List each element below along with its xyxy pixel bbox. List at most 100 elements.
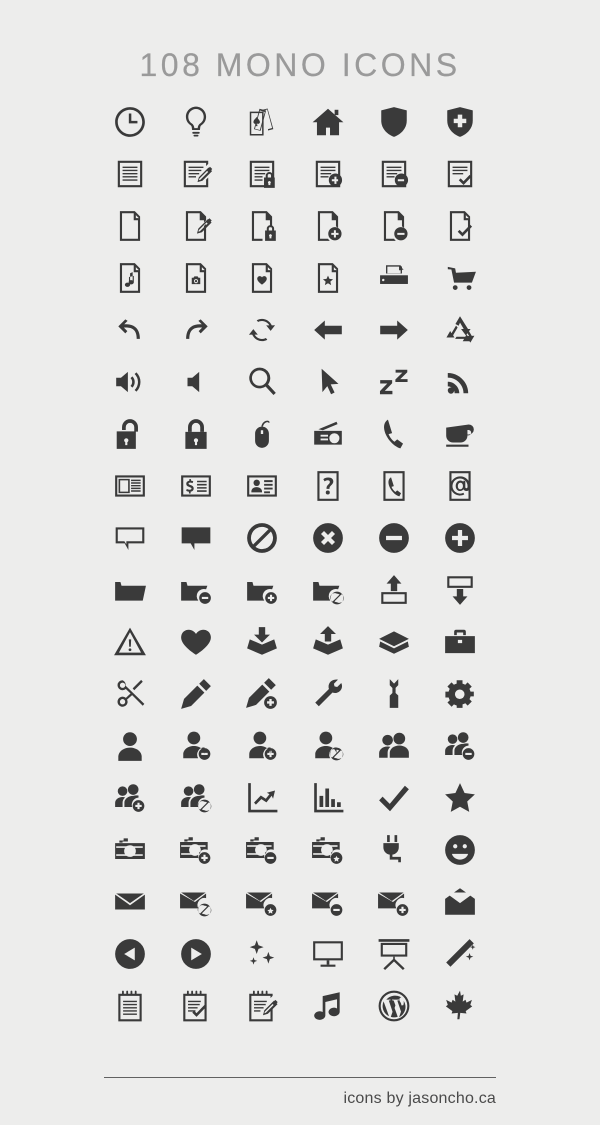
presentation-screen-icon[interactable]: [361, 928, 427, 980]
user-add-icon[interactable]: [229, 720, 295, 772]
document-add-icon[interactable]: [295, 148, 361, 200]
pencil-add-icon[interactable]: [229, 668, 295, 720]
inbox-icon[interactable]: [229, 616, 295, 668]
user-icon[interactable]: [97, 720, 163, 772]
close-circle-icon[interactable]: [295, 512, 361, 564]
upload-icon[interactable]: [361, 564, 427, 616]
smiley-icon[interactable]: [427, 824, 493, 876]
camera-remove-icon[interactable]: [229, 824, 295, 876]
user-block-icon[interactable]: [295, 720, 361, 772]
home-icon[interactable]: [295, 96, 361, 148]
music-note-icon[interactable]: [295, 980, 361, 1032]
document-remove-icon[interactable]: [361, 148, 427, 200]
phone-icon[interactable]: [361, 408, 427, 460]
checkmark-icon[interactable]: [361, 772, 427, 824]
mail-star-icon[interactable]: [229, 876, 295, 928]
mouse-icon[interactable]: [229, 408, 295, 460]
star-icon[interactable]: [427, 772, 493, 824]
play-circle-icon[interactable]: [163, 928, 229, 980]
email-card-icon[interactable]: [427, 460, 493, 512]
file-edit-icon[interactable]: [163, 200, 229, 252]
mail-block-icon[interactable]: [163, 876, 229, 928]
printer-icon[interactable]: [361, 252, 427, 304]
radio-icon[interactable]: [295, 408, 361, 460]
document-edit-icon[interactable]: [163, 148, 229, 200]
file-add-icon[interactable]: [295, 200, 361, 252]
magic-wand-icon[interactable]: [427, 928, 493, 980]
minus-circle-icon[interactable]: [361, 512, 427, 564]
sparkles-icon[interactable]: [229, 928, 295, 980]
gear-icon[interactable]: [427, 668, 493, 720]
file-check-icon[interactable]: [427, 200, 493, 252]
line-chart-icon[interactable]: [229, 772, 295, 824]
shield-icon[interactable]: [361, 96, 427, 148]
folder-block-icon[interactable]: [295, 564, 361, 616]
shopping-cart-icon[interactable]: [427, 252, 493, 304]
document-lock-icon[interactable]: [229, 148, 295, 200]
arrow-left-icon[interactable]: [295, 304, 361, 356]
plug-icon[interactable]: [361, 824, 427, 876]
undo-icon[interactable]: [97, 304, 163, 356]
lock-icon[interactable]: [163, 408, 229, 460]
volume-on-icon[interactable]: [97, 356, 163, 408]
file-icon[interactable]: [97, 200, 163, 252]
mail-open-icon[interactable]: [427, 876, 493, 928]
heart-icon[interactable]: [163, 616, 229, 668]
document-check-icon[interactable]: [427, 148, 493, 200]
clock-icon[interactable]: [97, 96, 163, 148]
folder-add-icon[interactable]: [229, 564, 295, 616]
maple-leaf-icon[interactable]: [427, 980, 493, 1032]
file-lock-icon[interactable]: [229, 200, 295, 252]
no-entry-icon[interactable]: [229, 512, 295, 564]
newspaper-icon[interactable]: [97, 460, 163, 512]
user-remove-icon[interactable]: [163, 720, 229, 772]
notepad-edit-icon[interactable]: [229, 980, 295, 1032]
camera-add-icon[interactable]: [163, 824, 229, 876]
cursor-icon[interactable]: [295, 356, 361, 408]
wrench-icon[interactable]: [295, 668, 361, 720]
file-star-icon[interactable]: [295, 252, 361, 304]
speech-bubble-outline-icon[interactable]: [97, 512, 163, 564]
folder-remove-icon[interactable]: [163, 564, 229, 616]
notepad-check-icon[interactable]: [163, 980, 229, 1032]
speech-bubble-filled-icon[interactable]: [163, 512, 229, 564]
users-remove-icon[interactable]: [427, 720, 493, 772]
help-card-icon[interactable]: [295, 460, 361, 512]
folder-icon[interactable]: [97, 564, 163, 616]
users-icon[interactable]: [361, 720, 427, 772]
monitor-icon[interactable]: [295, 928, 361, 980]
coffee-cup-icon[interactable]: [427, 408, 493, 460]
warning-icon[interactable]: [97, 616, 163, 668]
recycle-icon[interactable]: [427, 304, 493, 356]
file-music-icon[interactable]: [97, 252, 163, 304]
mail-icon[interactable]: [97, 876, 163, 928]
outbox-icon[interactable]: [295, 616, 361, 668]
users-block-icon[interactable]: [163, 772, 229, 824]
search-icon[interactable]: [229, 356, 295, 408]
spanner-icon[interactable]: [361, 668, 427, 720]
bar-chart-icon[interactable]: [295, 772, 361, 824]
sleep-icon[interactable]: [361, 356, 427, 408]
scissors-icon[interactable]: [97, 668, 163, 720]
users-add-icon[interactable]: [97, 772, 163, 824]
camera-star-icon[interactable]: [295, 824, 361, 876]
lightbulb-icon[interactable]: [163, 96, 229, 148]
pencil-icon[interactable]: [163, 668, 229, 720]
play-back-circle-icon[interactable]: [97, 928, 163, 980]
file-heart-icon[interactable]: [229, 252, 295, 304]
box-icon[interactable]: [361, 616, 427, 668]
plus-circle-icon[interactable]: [427, 512, 493, 564]
camera-icon[interactable]: [97, 824, 163, 876]
notepad-icon[interactable]: [97, 980, 163, 1032]
phone-card-icon[interactable]: [361, 460, 427, 512]
rss-icon[interactable]: [427, 356, 493, 408]
arrow-right-icon[interactable]: [361, 304, 427, 356]
refresh-icon[interactable]: [229, 304, 295, 356]
playing-cards-icon[interactable]: [229, 96, 295, 148]
shield-plus-icon[interactable]: [427, 96, 493, 148]
wordpress-icon[interactable]: [361, 980, 427, 1032]
volume-mute-icon[interactable]: [163, 356, 229, 408]
unlock-icon[interactable]: [97, 408, 163, 460]
file-photo-icon[interactable]: [163, 252, 229, 304]
redo-icon[interactable]: [163, 304, 229, 356]
